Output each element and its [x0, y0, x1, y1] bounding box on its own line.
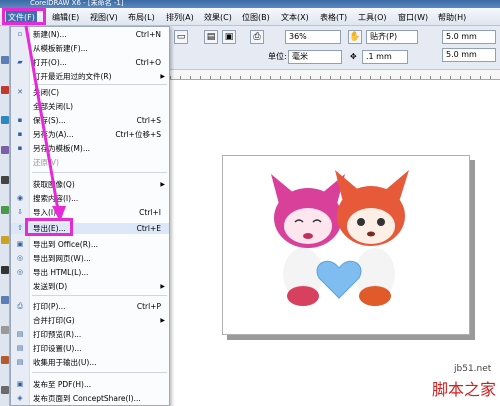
menu-arrange[interactable]: 排列(A) [164, 11, 196, 24]
html-icon: ◎ [16, 268, 24, 276]
menu-separator [32, 295, 167, 296]
submenu-arrow-icon: ▶ [160, 317, 165, 324]
menu-tools[interactable]: 工具(O) [356, 11, 389, 24]
menu-item-send-to[interactable]: 发送到(D) ▶ [11, 281, 169, 292]
menu-item-collect-for-output[interactable]: ▤ 收集用于输出(U)... [11, 357, 169, 368]
menu-item-publish-pdf[interactable]: ▣ 发布至 PDF(H)... [11, 379, 169, 390]
horizontal-ruler[interactable] [170, 70, 500, 80]
property-bar: ▭ ▤ ▣ ⎙ 36% ✋ 贴齐(P) 单位: 毫米 ✥ .1 mm 5.0 m… [170, 26, 500, 70]
nudge-icon: ✥ [350, 52, 357, 61]
collect-icon: ▤ [16, 358, 24, 366]
pdf-icon: ▣ [16, 380, 24, 388]
document-page[interactable] [222, 155, 470, 335]
menu-separator [32, 372, 167, 373]
menu-table[interactable]: 表格(T) [318, 11, 349, 24]
fill-tool-icon[interactable] [1, 356, 9, 364]
submenu-arrow-icon: ▶ [160, 283, 165, 290]
menu-text[interactable]: 文本(X) [279, 11, 311, 24]
table-tool-icon[interactable] [1, 296, 9, 304]
duplicate-x-field[interactable]: 5.0 mm [442, 30, 496, 44]
cartoon-foxes-image [271, 170, 409, 306]
menu-window[interactable]: 窗口(W) [396, 11, 430, 24]
text-tool-icon[interactable] [1, 266, 9, 274]
dimension-tool-icon[interactable] [1, 326, 9, 334]
annotation-arrow [24, 25, 66, 222]
menu-item-publish-conceptshare[interactable]: ◈ 发布页面到 ConceptShare(I)... [11, 393, 169, 404]
submenu-arrow-icon: ▶ [160, 73, 165, 80]
share-icon: ◈ [17, 394, 23, 402]
menu-view[interactable]: 视图(V) [88, 11, 120, 24]
office-icon: ▣ [16, 240, 24, 248]
print-icon: ⎙ [17, 302, 23, 310]
web-icon: ◎ [16, 254, 24, 262]
duplicate-y-field[interactable]: 5.0 mm [442, 48, 496, 62]
landscape-icon[interactable]: ▤ [204, 30, 218, 44]
menu-item-export-web[interactable]: ◎ 导出到网页(W)... [11, 253, 169, 264]
preview-icon: ▤ [16, 330, 24, 338]
menu-item-print-setup[interactable]: ▤ 打印设置(U)... [11, 343, 169, 354]
outline-tool-icon[interactable] [1, 386, 9, 394]
page-icon[interactable]: ▭ [174, 30, 188, 44]
unit-select[interactable]: 毫米 [288, 50, 342, 64]
pan-icon[interactable]: ✋ [348, 30, 362, 44]
menu-item-export-html[interactable]: ◎ 导出 HTML(L)... [11, 267, 169, 278]
print-setup-icon: ▤ [16, 344, 24, 352]
menu-help[interactable]: 帮助(H) [436, 11, 468, 24]
zoom-level-select[interactable]: 36% [285, 30, 341, 44]
watermark-logo-text: 脚本之家 [432, 380, 497, 399]
portrait-icon[interactable]: ▣ [222, 30, 236, 44]
nudge-distance-field[interactable]: .1 mm [362, 50, 408, 64]
watermark-url: jb51.net [454, 364, 492, 374]
submenu-arrow-icon: ▶ [160, 181, 165, 188]
print-icon[interactable]: ⎙ [250, 30, 264, 44]
menu-item-export-office[interactable]: ▣ 导出到 Office(R)... [11, 239, 169, 250]
menu-item-print[interactable]: ⎙ 打印(P)... Ctrl+P [11, 301, 169, 312]
menu-bitmaps[interactable]: 位图(B) [240, 11, 272, 24]
menu-item-print-merge[interactable]: 合并打印(G) ▶ [11, 315, 169, 326]
unit-label: 单位: [268, 52, 287, 61]
menu-layout[interactable]: 布局(L) [126, 11, 157, 24]
snap-to-select[interactable]: 贴齐(P) [366, 30, 418, 44]
menu-effects[interactable]: 效果(C) [202, 11, 234, 24]
menu-item-print-preview[interactable]: ▤ 打印预览(R)... [11, 329, 169, 340]
